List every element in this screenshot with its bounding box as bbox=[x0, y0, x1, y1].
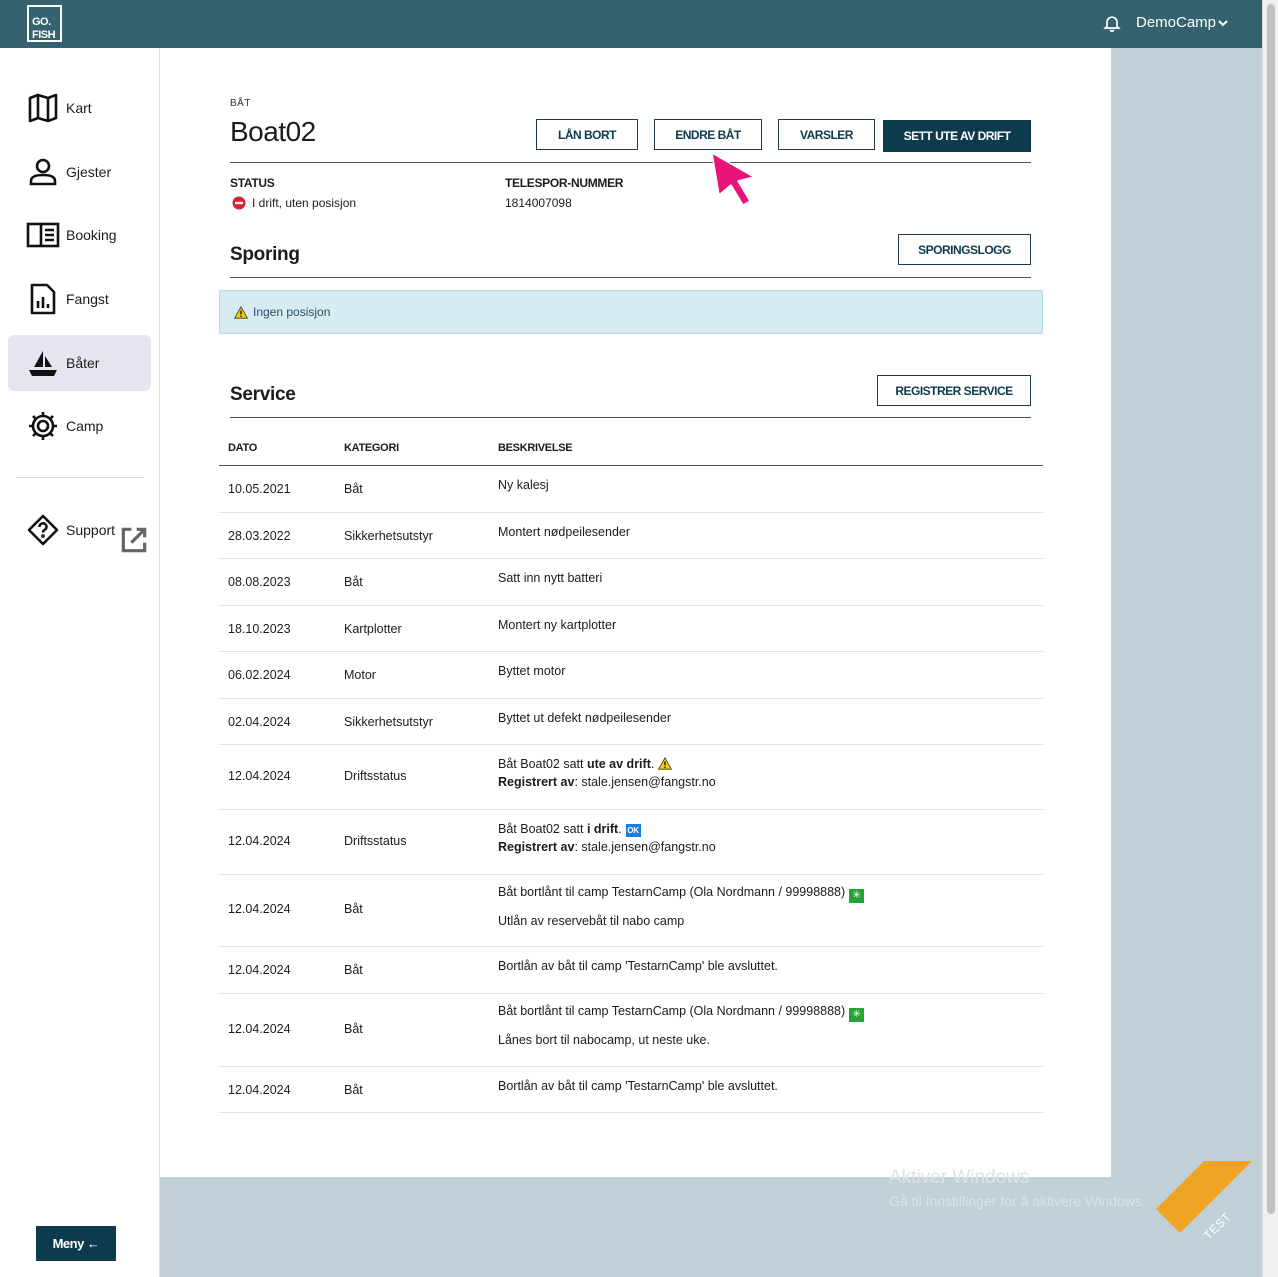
sailboat-icon bbox=[29, 351, 57, 376]
table-row: 10.05.2021 Båt Ny kalesj bbox=[219, 466, 1043, 513]
lend-button[interactable]: LÅN BORT bbox=[536, 119, 638, 150]
sidebar-item-kart[interactable]: Kart bbox=[8, 80, 151, 136]
table-header: DATO KATEGORI BESKRIVELSE bbox=[219, 434, 1043, 466]
table-row: 12.04.2024 Båt Bortlån av båt til camp '… bbox=[219, 1067, 1043, 1113]
tracking-rule bbox=[230, 277, 1031, 278]
windows-activation-watermark: Aktiver Windows bbox=[889, 1167, 1030, 1188]
cursor-arrow-icon bbox=[711, 152, 755, 206]
column-header-date: DATO bbox=[228, 442, 257, 454]
top-bar: GO. FISH DemoCamp bbox=[0, 0, 1262, 48]
sidebar-item-support[interactable]: Support bbox=[8, 502, 151, 558]
windows-activation-hint: Gå til Innstillinger for å aktivere Wind… bbox=[889, 1193, 1146, 1209]
bell-icon[interactable] bbox=[1102, 13, 1122, 33]
menu-toggle-button[interactable]: Meny ← bbox=[36, 1226, 116, 1261]
table-row: 12.04.2024 Båt Bortlån av båt til camp '… bbox=[219, 947, 1043, 994]
gofish-logo[interactable]: GO. FISH bbox=[27, 5, 62, 42]
map-icon bbox=[28, 93, 58, 123]
chart-file-icon bbox=[30, 283, 56, 315]
ribbon-label: TEST bbox=[1200, 1209, 1234, 1243]
person-icon bbox=[29, 158, 57, 186]
set-out-of-service-button[interactable]: SETT UTE AV DRIFT bbox=[883, 120, 1031, 152]
chevron-down-icon[interactable] bbox=[1217, 17, 1229, 29]
sidebar-item-camp[interactable]: Camp bbox=[8, 398, 151, 454]
table-row: 28.03.2022 Sikkerhetsutstyr Montert nødp… bbox=[219, 513, 1043, 559]
status-label: STATUS bbox=[230, 176, 275, 190]
table-row: 18.10.2023 Kartplotter Montert ny kartpl… bbox=[219, 606, 1043, 652]
help-diamond-icon bbox=[27, 514, 59, 546]
gear-icon bbox=[29, 412, 57, 440]
sidebar-item-gjester[interactable]: Gjester bbox=[8, 144, 151, 200]
register-service-button[interactable]: REGISTRER SERVICE bbox=[877, 375, 1031, 406]
sparkle-icon: ✳ bbox=[849, 1008, 865, 1022]
page-title: Boat02 bbox=[230, 116, 316, 147]
book-icon bbox=[26, 222, 60, 248]
table-row: 06.02.2024 Motor Byttet motor bbox=[219, 652, 1043, 699]
service-rule bbox=[230, 417, 1031, 418]
tracker-label: TELESPOR-NUMMER bbox=[505, 176, 624, 190]
status-value: I drift, uten posisjon bbox=[252, 196, 357, 210]
warning-icon bbox=[658, 757, 673, 770]
table-row: 12.04.2024 Driftsstatus Båt Boat02 satt … bbox=[219, 810, 1043, 875]
sidebar: Kart Gjester Booking Fangst Båter Camp S… bbox=[0, 48, 160, 1277]
table-row: 12.04.2024 Driftsstatus Båt Boat02 satt … bbox=[219, 745, 1043, 810]
sidebar-divider bbox=[16, 477, 144, 478]
scrollbar[interactable] bbox=[1262, 0, 1278, 1277]
alerts-button[interactable]: VARSLER bbox=[778, 119, 875, 150]
boat-eyebrow: BÅT bbox=[230, 98, 251, 109]
header-rule bbox=[230, 162, 1031, 163]
sidebar-item-bater[interactable]: Båter bbox=[8, 335, 151, 391]
column-header-description: BESKRIVELSE bbox=[498, 442, 573, 454]
service-table: DATO KATEGORI BESKRIVELSE 10.05.2021 Båt… bbox=[219, 434, 1043, 1113]
main-content: BÅT Boat02 LÅN BORT ENDRE BÅT VARSLER SE… bbox=[160, 48, 1111, 1177]
sidebar-item-booking[interactable]: Booking bbox=[8, 207, 151, 263]
ribbon-band bbox=[1156, 1161, 1262, 1234]
table-row: 12.04.2024 Båt Båt bortlånt til camp Tes… bbox=[219, 875, 1043, 947]
no-entry-icon bbox=[232, 196, 246, 210]
tracking-log-button[interactable]: SPORINGSLOGG bbox=[898, 234, 1031, 265]
table-row: 12.04.2024 Båt Båt bortlånt til camp Tes… bbox=[219, 994, 1043, 1067]
tracker-value: 1814007098 bbox=[505, 196, 572, 210]
alert-text: Ingen posisjon bbox=[253, 305, 331, 319]
column-header-category: KATEGORI bbox=[344, 442, 399, 454]
environment-ribbon: TEST bbox=[1146, 1161, 1262, 1277]
no-position-alert: Ingen posisjon bbox=[219, 290, 1043, 334]
table-row: 02.04.2024 Sikkerhetsutstyr Byttet ut de… bbox=[219, 699, 1043, 745]
external-link-icon bbox=[121, 527, 147, 553]
sidebar-item-fangst[interactable]: Fangst bbox=[8, 271, 151, 327]
scrollbar-thumb[interactable] bbox=[1267, 4, 1275, 1214]
sparkle-icon: ✳ bbox=[849, 889, 865, 903]
service-title: Service bbox=[230, 384, 296, 405]
tracking-title: Sporing bbox=[230, 244, 300, 265]
warning-icon bbox=[234, 306, 248, 319]
table-row: 08.08.2023 Båt Satt inn nytt batteri bbox=[219, 559, 1043, 606]
edit-boat-button[interactable]: ENDRE BÅT bbox=[654, 119, 762, 150]
ok-badge-icon: OK bbox=[625, 824, 641, 837]
user-menu[interactable]: DemoCamp bbox=[1136, 14, 1216, 31]
